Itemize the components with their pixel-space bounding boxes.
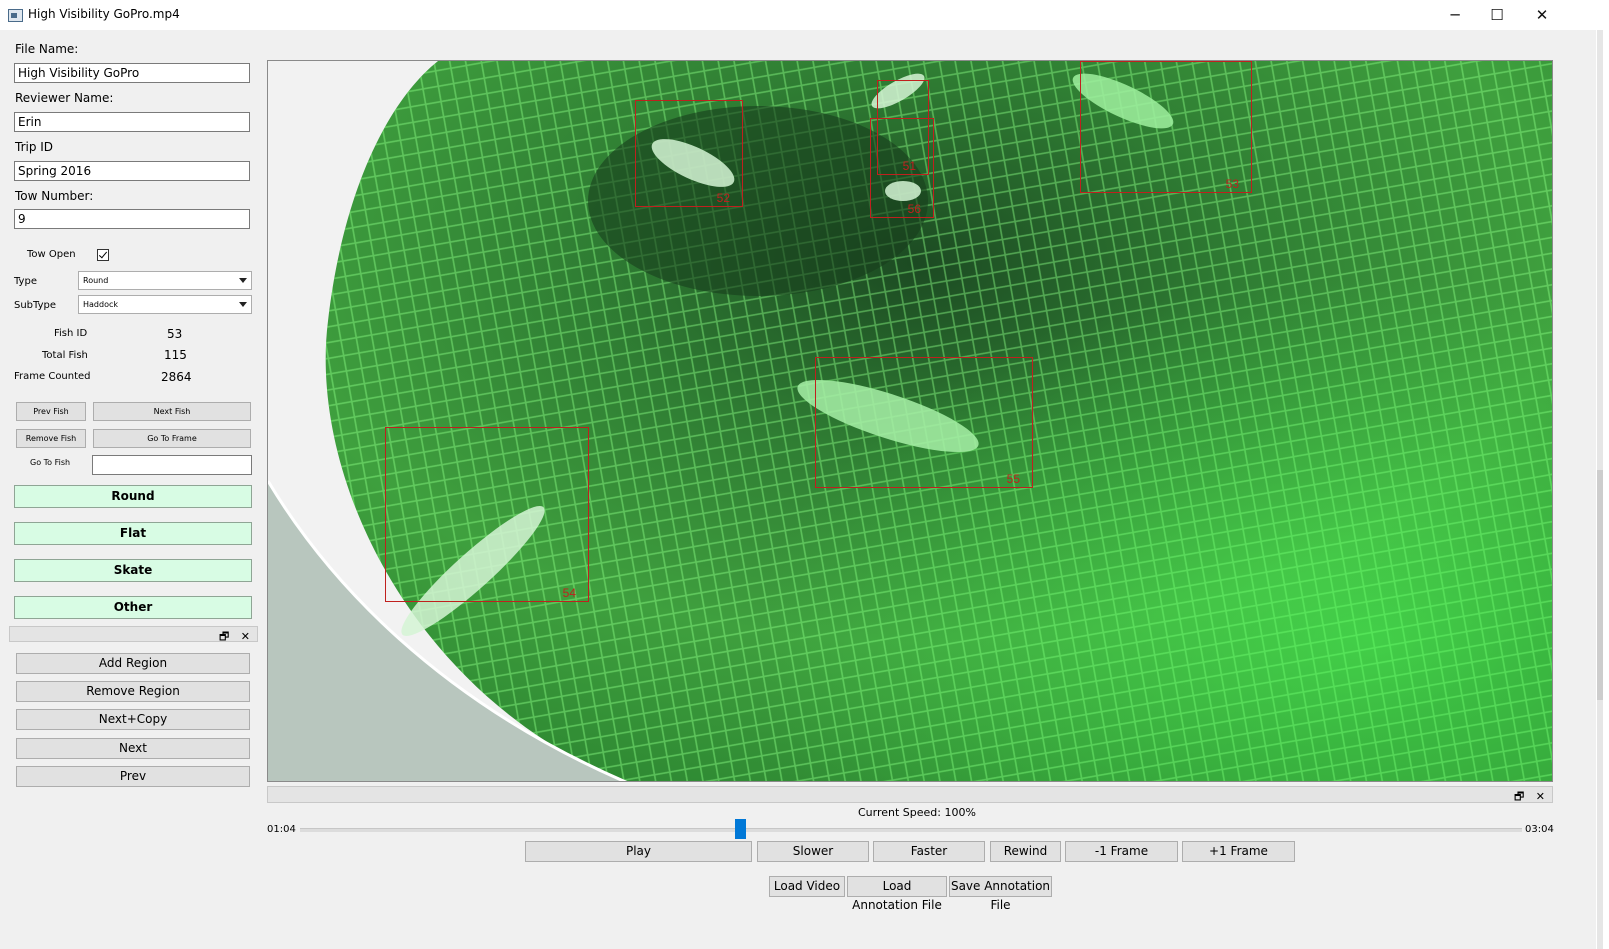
total-fish-value: 115 — [164, 348, 187, 362]
load-video-button[interactable]: Load Video — [769, 876, 845, 897]
fish-id-value: 53 — [167, 327, 183, 341]
annotation-box[interactable]: 56 — [870, 118, 934, 218]
trip-id-label: Trip ID — [15, 140, 54, 154]
next-button[interactable]: Next — [16, 738, 250, 759]
app-icon — [8, 9, 23, 22]
annotation-id-label: 54 — [562, 586, 576, 600]
frame-counted-value: 2864 — [161, 370, 192, 384]
right-edge — [1596, 30, 1609, 949]
tow-number-field[interactable]: 9 — [14, 209, 250, 229]
current-time: 01:04 — [267, 824, 296, 835]
close-button[interactable]: ✕ — [1519, 0, 1565, 30]
tow-open-checkbox[interactable] — [97, 249, 109, 261]
save-annotation-button[interactable]: Save Annotation File — [949, 876, 1052, 912]
timeline-slider[interactable] — [300, 828, 1522, 832]
remove-fish-button[interactable]: Remove Fish — [16, 429, 86, 448]
add-region-button[interactable]: Add Region — [16, 653, 250, 674]
minus-frame-button[interactable]: -1 Frame — [1065, 841, 1178, 862]
prev-button[interactable]: Prev — [16, 766, 250, 787]
other-button[interactable]: Other — [14, 596, 252, 619]
remove-region-button[interactable]: Remove Region — [16, 681, 250, 702]
prev-fish-button[interactable]: Prev Fish — [16, 402, 86, 421]
trip-id-field[interactable]: Spring 2016 — [14, 161, 250, 181]
go-to-fish-input[interactable] — [92, 455, 252, 475]
float-close-icon[interactable]: 🗗 ✕ — [1514, 788, 1549, 807]
next-fish-button[interactable]: Next Fish — [93, 402, 251, 421]
load-annotation-button[interactable]: Load Annotation File — [847, 876, 947, 912]
annotation-box[interactable]: 52 — [635, 100, 743, 207]
go-to-fish-label: Go To Fish — [30, 458, 71, 467]
frame-counted-label: Frame Counted — [14, 371, 91, 382]
annotation-id-label: 53 — [1225, 177, 1239, 191]
faster-button[interactable]: Faster — [873, 841, 985, 862]
chevron-down-icon — [239, 278, 247, 283]
play-button[interactable]: Play — [525, 841, 752, 862]
float-close-icon[interactable]: 🗗 ✕ — [219, 628, 254, 647]
video-frame[interactable]: 52 51 56 53 55 54 — [267, 60, 1553, 782]
go-to-frame-button[interactable]: Go To Frame — [93, 429, 251, 448]
total-time: 03:04 — [1525, 824, 1554, 835]
skate-button[interactable]: Skate — [14, 559, 252, 582]
slower-button[interactable]: Slower — [757, 841, 869, 862]
file-name-label: File Name: — [15, 42, 79, 56]
reviewer-name-field[interactable]: Erin — [14, 112, 250, 132]
minimize-button[interactable]: ─ — [1432, 0, 1478, 30]
tow-number-label: Tow Number: — [15, 189, 94, 203]
annotation-box[interactable]: 54 — [385, 427, 589, 602]
type-label: Type — [14, 276, 37, 287]
timeline-handle[interactable] — [734, 819, 746, 839]
annotation-id-label: 52 — [716, 191, 730, 205]
current-speed-label: Current Speed: 100% — [858, 806, 976, 819]
title-bar: High Visibility GoPro.mp4 ─ ☐ ✕ — [0, 0, 1609, 30]
total-fish-label: Total Fish — [42, 350, 88, 361]
annotation-id-label: 56 — [907, 202, 921, 216]
reviewer-name-label: Reviewer Name: — [15, 91, 114, 105]
annotation-box[interactable]: 55 — [815, 357, 1033, 488]
maximize-button[interactable]: ☐ — [1474, 0, 1520, 30]
plus-frame-button[interactable]: +1 Frame — [1182, 841, 1295, 862]
annotation-id-label: 55 — [1006, 472, 1020, 486]
next-copy-button[interactable]: Next+Copy — [16, 709, 250, 730]
subtype-label: SubType — [14, 300, 57, 311]
file-name-field[interactable]: High Visibility GoPro — [14, 63, 250, 83]
type-select[interactable]: Round — [78, 271, 252, 290]
tow-open-label: Tow Open — [27, 249, 76, 260]
window-title: High Visibility GoPro.mp4 — [28, 7, 180, 21]
chevron-down-icon — [239, 302, 247, 307]
region-dock-bar: 🗗 ✕ — [9, 626, 258, 643]
subtype-select-value: Haddock — [83, 300, 118, 309]
fish-id-label: Fish ID — [54, 328, 88, 339]
subtype-select[interactable]: Haddock — [78, 295, 252, 314]
annotation-box[interactable]: 53 — [1080, 61, 1252, 193]
type-select-value: Round — [83, 276, 109, 285]
rewind-button[interactable]: Rewind — [990, 841, 1061, 862]
flat-button[interactable]: Flat — [14, 522, 252, 545]
playback-dock-bar: 🗗 ✕ — [267, 786, 1553, 803]
scrollbar-thumb[interactable] — [1597, 470, 1603, 700]
round-button[interactable]: Round — [14, 485, 252, 508]
